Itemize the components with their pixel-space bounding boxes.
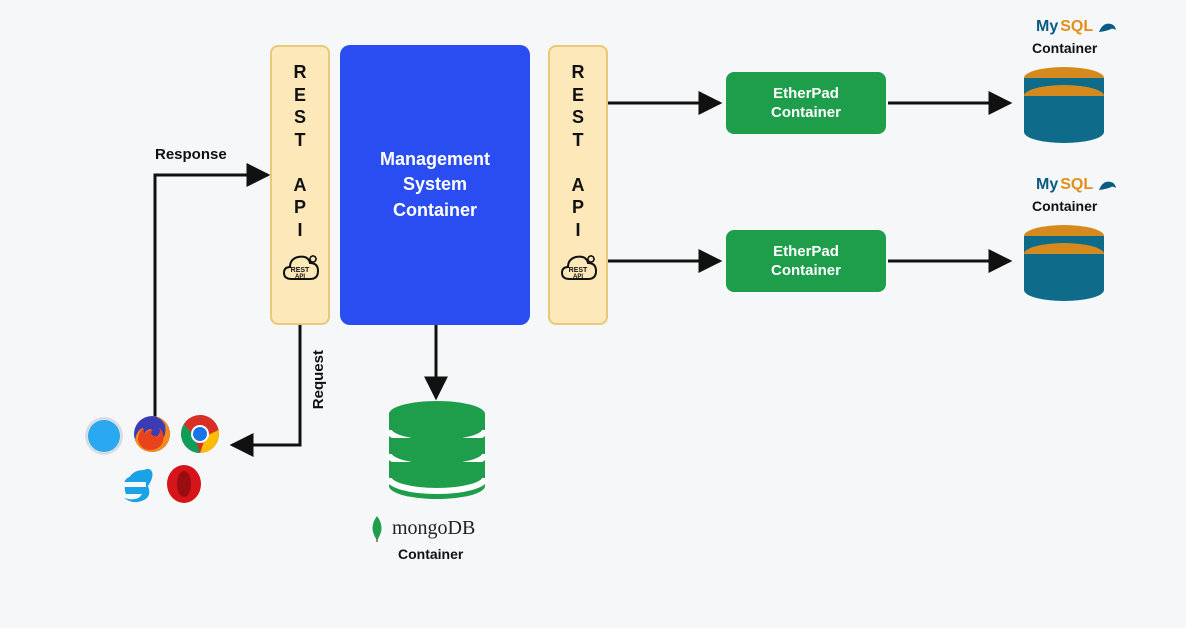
svg-text:REST: REST <box>291 267 310 274</box>
mongodb-logo: mongoDB <box>368 514 475 542</box>
svg-text:REST: REST <box>569 267 588 274</box>
mysql-logo-sql: SQL <box>1060 18 1093 36</box>
mysql-bottom-label: Container <box>1032 198 1097 214</box>
rest-api-icon: REST API <box>280 251 320 285</box>
rest-api-right: R E S T A P I REST API <box>548 45 608 325</box>
svg-text:API: API <box>573 274 583 280</box>
management-container: Management System Container <box>340 45 530 325</box>
chrome-icon <box>180 414 220 454</box>
opera-icon <box>164 464 204 504</box>
mysql-logo-my: My <box>1036 18 1058 36</box>
mysql-logo-sql: SQL <box>1060 176 1093 194</box>
etherpad-container-bottom: EtherPad Container <box>726 230 886 292</box>
mysql-db-bottom <box>1018 224 1110 302</box>
svg-text:API: API <box>295 274 305 280</box>
mysql-db-top <box>1018 66 1110 144</box>
etherpad-container-top: EtherPad Container <box>726 72 886 134</box>
mongodb-leaf-icon <box>368 514 386 542</box>
arrow-response <box>155 175 268 430</box>
mysql-logo-bottom: MySQL <box>1036 176 1117 194</box>
browser-icons <box>84 410 244 510</box>
rest-api-right-letters: R E S T A P I <box>572 61 585 241</box>
firefox-icon <box>132 414 172 454</box>
mongodb-text: mongoDB <box>392 517 475 540</box>
mysql-logo-top: MySQL <box>1036 18 1117 36</box>
label-response: Response <box>155 146 227 163</box>
mysql-top-label: Container <box>1032 40 1097 56</box>
etherpad-bottom-label: EtherPad Container <box>771 242 841 281</box>
mysql-logo-my: My <box>1036 176 1058 194</box>
diagram-canvas: Response Request R E S T A P I REST API … <box>0 0 1186 628</box>
mysql-dolphin-icon <box>1097 20 1117 34</box>
label-request: Request <box>310 350 327 409</box>
etherpad-top-label: EtherPad Container <box>771 84 841 123</box>
mysql-dolphin-icon <box>1097 178 1117 192</box>
management-title: Management System Container <box>380 147 490 223</box>
rest-api-left: R E S T A P I REST API <box>270 45 330 325</box>
rest-api-left-letters: R E S T A P I <box>294 61 307 241</box>
safari-icon <box>84 416 124 456</box>
ie-icon <box>114 464 154 504</box>
mongo-db <box>382 400 492 508</box>
mongo-label: Container <box>398 546 463 562</box>
rest-api-icon: REST API <box>558 251 598 285</box>
